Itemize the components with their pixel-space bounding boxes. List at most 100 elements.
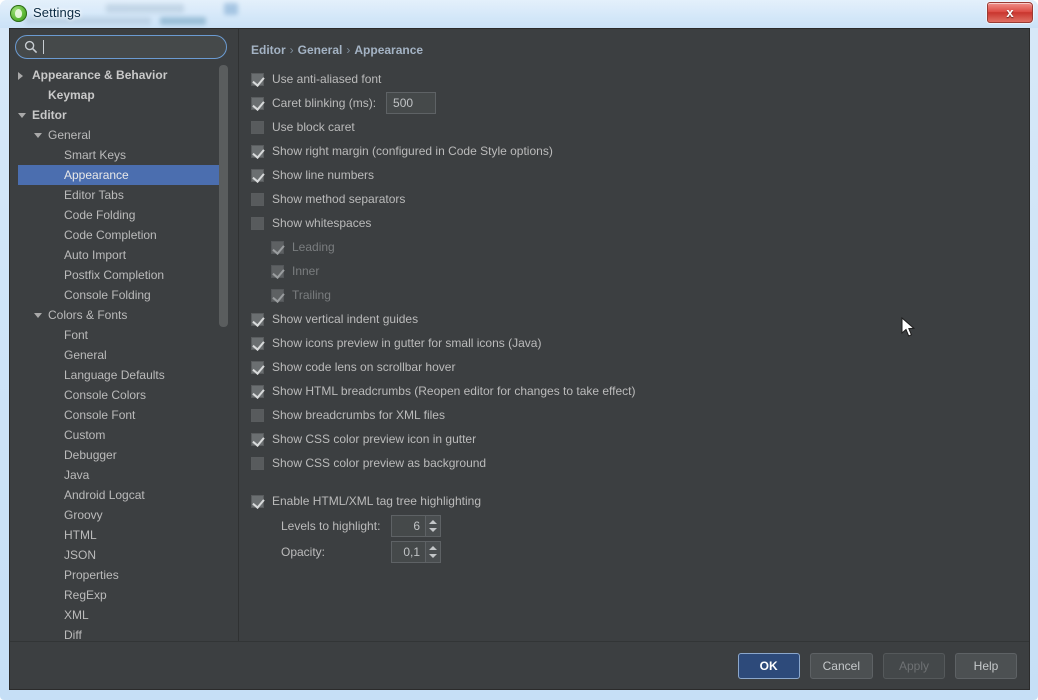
sidebar-item-label: Console Folding <box>64 288 151 302</box>
checkbox-show-css-color-preview-icon-in-gutter[interactable] <box>251 432 264 446</box>
sidebar-item-java[interactable]: Java <box>10 465 232 485</box>
close-button[interactable]: x <box>987 2 1033 23</box>
search-icon <box>24 40 38 54</box>
sidebar-item-label: Console Colors <box>64 388 147 402</box>
sidebar-item-editor-tabs[interactable]: Editor Tabs <box>10 185 232 205</box>
sidebar-item-auto-import[interactable]: Auto Import <box>10 245 232 265</box>
sidebar-item-xml[interactable]: XML <box>10 605 232 625</box>
option-show-whitespaces[interactable]: Show whitespaces <box>251 211 1029 235</box>
settings-sidebar: Appearance & Behavior Keymap Editor General… <box>10 29 232 641</box>
chevron-down-icon[interactable] <box>429 554 437 558</box>
search-field-wrapper[interactable] <box>15 35 227 59</box>
option-inner: Inner <box>251 259 1029 283</box>
window-title: Settings <box>33 5 81 20</box>
chevron-up-icon[interactable] <box>429 546 437 550</box>
sidebar-item-console-folding[interactable]: Console Folding <box>10 285 232 305</box>
sidebar-item-keymap[interactable]: Keymap <box>10 85 232 105</box>
stepper-buttons[interactable] <box>425 515 441 537</box>
cancel-button[interactable]: Cancel <box>809 653 873 679</box>
checkbox-show-whitespaces[interactable] <box>251 216 264 230</box>
sidebar-item-font[interactable]: Font <box>10 325 232 345</box>
sidebar-item-code-completion[interactable]: Code Completion <box>10 225 232 245</box>
help-button[interactable]: Help <box>955 653 1017 679</box>
option-show-css-color-preview-icon-in-gutter[interactable]: Show CSS color preview icon in gutter <box>251 427 1029 451</box>
option-show-html-breadcrumbs-reopen-editor-for-changes-to-take-effect[interactable]: Show HTML breadcrumbs (Reopen editor for… <box>251 379 1029 403</box>
opacity-label: Opacity: <box>281 545 326 559</box>
checkbox-show-breadcrumbs-for-xml-files[interactable] <box>251 408 264 422</box>
sidebar-item-regexp[interactable]: RegExp <box>10 585 232 605</box>
sidebar-item-label: Appearance <box>64 168 129 182</box>
opacity-value[interactable]: 0,1 <box>391 541 425 563</box>
option-show-line-numbers[interactable]: Show line numbers <box>251 163 1029 187</box>
chevron-right-icon[interactable] <box>18 72 23 80</box>
sidebar-item-debugger[interactable]: Debugger <box>10 445 232 465</box>
option-show-right-margin-configured-in-code-style-options[interactable]: Show right margin (configured in Code St… <box>251 139 1029 163</box>
ok-button[interactable]: OK <box>737 653 800 679</box>
sidebar-item-properties[interactable]: Properties <box>10 565 232 585</box>
sidebar-item-label: RegExp <box>64 588 107 602</box>
caret-blinking-input[interactable]: 500 <box>386 92 437 114</box>
option-show-css-color-preview-as-background[interactable]: Show CSS color preview as background <box>251 451 1029 475</box>
sidebar-item-groovy[interactable]: Groovy <box>10 505 232 525</box>
option-label: Inner <box>292 264 320 278</box>
sidebar-item-json[interactable]: JSON <box>10 545 232 565</box>
sidebar-scrollbar[interactable] <box>219 65 228 641</box>
app-icon <box>10 5 27 22</box>
sidebar-item-code-folding[interactable]: Code Folding <box>10 205 232 225</box>
checkbox-show-vertical-indent-guides[interactable] <box>251 312 264 326</box>
checkbox-show-html-breadcrumbs-reopen-editor-for-changes-to-take-effect[interactable] <box>251 384 264 398</box>
settings-tree[interactable]: Appearance & Behavior Keymap Editor General… <box>10 65 232 641</box>
levels-to-highlight-value[interactable]: 6 <box>391 515 425 537</box>
sidebar-item-label: Editor Tabs <box>64 188 124 202</box>
checkbox-enable-tag-tree-highlighting[interactable] <box>251 494 264 508</box>
option-caret-blinking-ms[interactable]: Caret blinking (ms): 500 <box>251 91 1029 115</box>
opacity-stepper[interactable]: 0,1 <box>391 541 441 563</box>
sidebar-item-colors-fonts[interactable]: Colors & Fonts <box>10 305 232 325</box>
search-input[interactable] <box>15 35 227 59</box>
search-caret <box>43 40 44 54</box>
option-use-block-caret[interactable]: Use block caret <box>251 115 1029 139</box>
sidebar-item-console-colors[interactable]: Console Colors <box>10 385 232 405</box>
sidebar-item-diff[interactable]: Diff <box>10 625 232 641</box>
sidebar-item-console-font[interactable]: Console Font <box>10 405 232 425</box>
sidebar-item-language-defaults[interactable]: Language Defaults <box>10 365 232 385</box>
chevron-up-icon[interactable] <box>429 520 437 524</box>
breadcrumb-item-editor[interactable]: Editor <box>251 43 286 57</box>
sidebar-item-general[interactable]: General <box>10 125 232 145</box>
checkbox-show-method-separators[interactable] <box>251 192 264 206</box>
checkbox-show-code-lens-on-scrollbar-hover[interactable] <box>251 360 264 374</box>
sidebar-item-html[interactable]: HTML <box>10 525 232 545</box>
chevron-down-icon[interactable] <box>34 313 42 318</box>
sidebar-item-general[interactable]: General <box>10 345 232 365</box>
levels-to-highlight-stepper[interactable]: 6 <box>391 515 441 537</box>
sidebar-item-label: Code Folding <box>64 208 136 222</box>
option-enable-tag-tree-highlighting[interactable]: Enable HTML/XML tag tree highlighting <box>251 489 1029 513</box>
sidebar-item-postfix-completion[interactable]: Postfix Completion <box>10 265 232 285</box>
sidebar-item-smart-keys[interactable]: Smart Keys <box>10 145 232 165</box>
chevron-down-icon[interactable] <box>429 528 437 532</box>
sidebar-item-custom[interactable]: Custom <box>10 425 232 445</box>
checkbox-show-css-color-preview-as-background[interactable] <box>251 456 264 470</box>
breadcrumb-item-general[interactable]: General <box>298 43 343 57</box>
stepper-buttons[interactable] <box>425 541 441 563</box>
checkbox-show-icons-preview-in-gutter-for-small-icons-java[interactable] <box>251 336 264 350</box>
option-show-method-separators[interactable]: Show method separators <box>251 187 1029 211</box>
checkbox-show-line-numbers[interactable] <box>251 168 264 182</box>
chevron-down-icon[interactable] <box>18 113 26 118</box>
option-show-code-lens-on-scrollbar-hover[interactable]: Show code lens on scrollbar hover <box>251 355 1029 379</box>
sidebar-scrollbar-thumb[interactable] <box>219 65 228 327</box>
sidebar-item-appearance[interactable]: Appearance <box>18 165 226 185</box>
checkbox-use-anti-aliased-font[interactable] <box>251 72 264 86</box>
checkbox-show-right-margin-configured-in-code-style-options[interactable] <box>251 144 264 158</box>
sidebar-item-appearance-behavior[interactable]: Appearance & Behavior <box>10 65 232 85</box>
option-use-anti-aliased-font[interactable]: Use anti-aliased font <box>251 67 1029 91</box>
chevron-down-icon[interactable] <box>34 133 42 138</box>
checkbox-caret-blinking-ms[interactable] <box>251 96 264 110</box>
sidebar-item-label: Smart Keys <box>64 148 127 162</box>
sidebar-item-editor[interactable]: Editor <box>10 105 232 125</box>
option-show-breadcrumbs-for-xml-files[interactable]: Show breadcrumbs for XML files <box>251 403 1029 427</box>
checkbox-use-block-caret[interactable] <box>251 120 264 134</box>
sidebar-item-android-logcat[interactable]: Android Logcat <box>10 485 232 505</box>
sidebar-item-label: Postfix Completion <box>64 268 165 282</box>
levels-to-highlight-row: Levels to highlight: 6 <box>251 513 1029 539</box>
